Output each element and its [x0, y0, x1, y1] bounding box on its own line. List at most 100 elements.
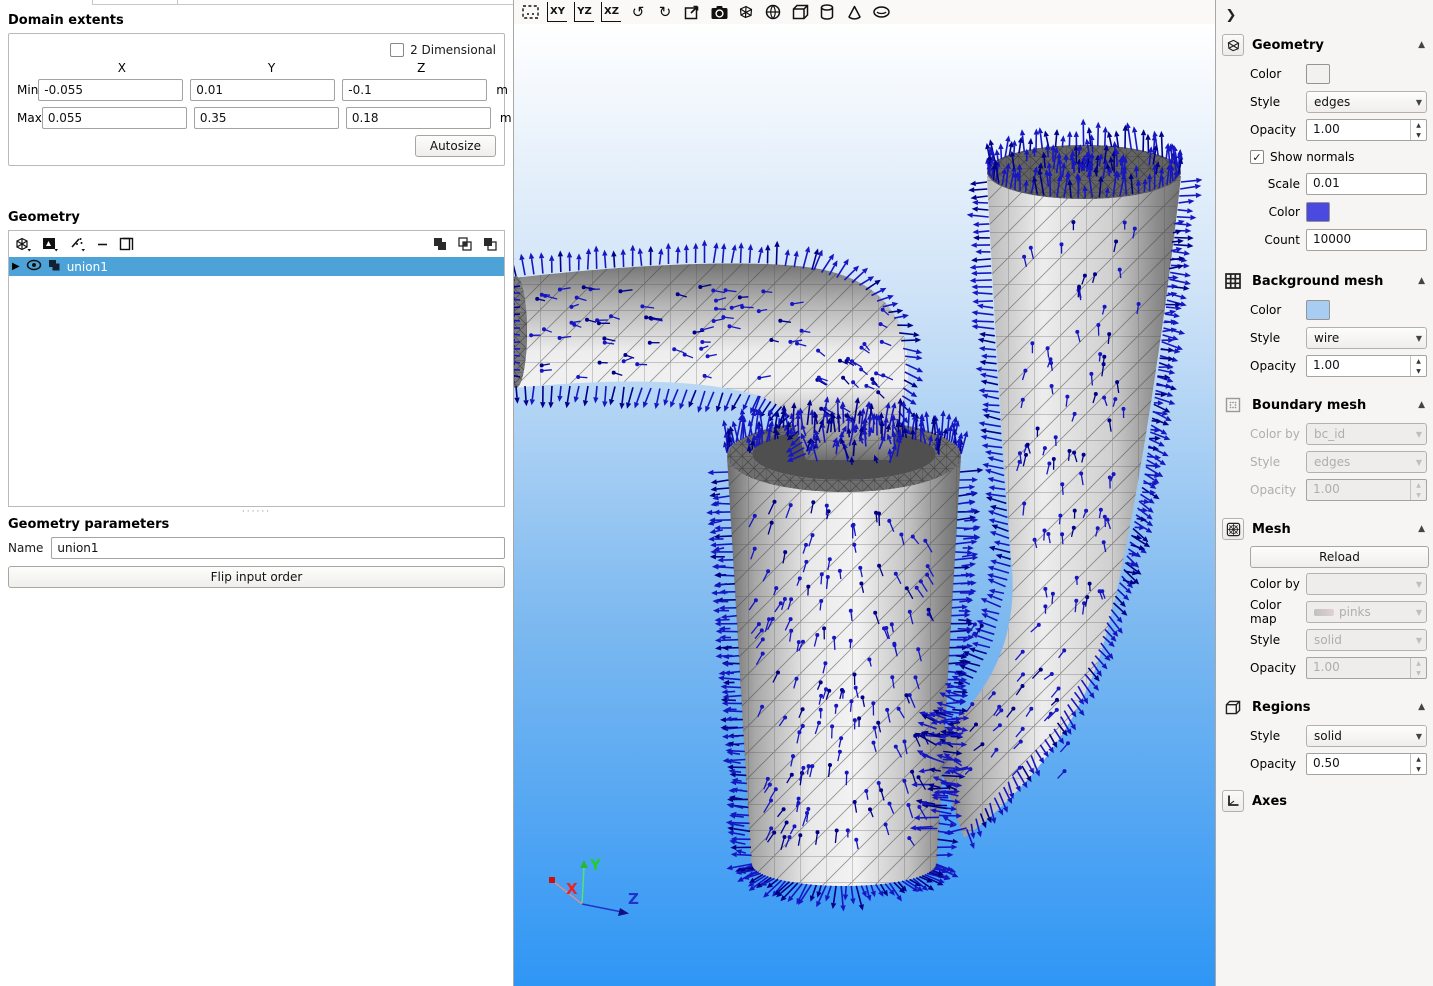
boundary-mesh-opacity-spinbox: 1.00▲▼	[1306, 479, 1427, 501]
flip-input-order-button[interactable]: Flip input order	[8, 566, 505, 588]
view-xz-button[interactable]: XZ	[601, 2, 621, 22]
mesh-visibility-toggle[interactable]	[1222, 518, 1244, 540]
geometry-color-swatch[interactable]	[1306, 64, 1330, 84]
style-label: Style	[1222, 95, 1306, 109]
reset-camera-icon[interactable]	[682, 2, 702, 22]
two-dimensional-checkbox[interactable]	[390, 43, 404, 57]
show-normals-checkbox[interactable]	[1250, 150, 1264, 164]
show-cylinder-icon[interactable]	[817, 2, 837, 22]
active-tab-remnant	[0, 0, 92, 6]
visibility-eye-icon[interactable]	[26, 259, 42, 274]
background-mesh-opacity-spinbox[interactable]: 1.00▲▼	[1306, 355, 1427, 377]
view-yz-button[interactable]: YZ	[574, 2, 594, 22]
auto-generate-icon[interactable]	[69, 237, 86, 252]
min-y-input[interactable]	[190, 79, 335, 101]
axes-triad: Y Z X	[549, 856, 639, 916]
mesh-style-dropdown: solid▼	[1306, 629, 1427, 651]
style-label: Style	[1222, 455, 1306, 469]
collapse-arrow-icon[interactable]: ▲	[1418, 276, 1429, 286]
add-primitive-icon[interactable]	[15, 237, 32, 252]
panel-collapse-button[interactable]: ❯	[1222, 6, 1240, 24]
fit-view-icon[interactable]	[520, 2, 540, 22]
show-cone-icon[interactable]	[844, 2, 864, 22]
right-panel: ❯ Geometry ▲ Color Style edges▼ Opacity …	[1215, 0, 1433, 986]
background-mesh-color-swatch[interactable]	[1306, 300, 1330, 320]
max-z-input[interactable]	[346, 107, 491, 129]
column-header-y: Y	[197, 61, 347, 75]
geometry-title: Geometry	[8, 210, 505, 225]
show-sphere-icon[interactable]	[763, 2, 783, 22]
regions-visibility-toggle[interactable]	[1222, 696, 1244, 718]
duplicate-icon[interactable]	[119, 237, 134, 252]
color-map-label: Color map	[1222, 598, 1306, 626]
collapse-arrow-icon[interactable]: ▲	[1418, 702, 1429, 712]
left-panel: Domain extents 2 Dimensional X Y Z Min m	[0, 0, 514, 986]
expand-caret-icon[interactable]: ▶	[12, 261, 20, 272]
regions-opacity-spinbox[interactable]: 0.50▲▼	[1306, 753, 1427, 775]
collapse-arrow-icon[interactable]: ▲	[1418, 524, 1429, 534]
background-mesh-visibility-toggle[interactable]	[1222, 270, 1244, 292]
autosize-button[interactable]: Autosize	[415, 135, 496, 157]
reload-button[interactable]: Reload	[1250, 546, 1429, 568]
boundary-mesh-visibility-toggle[interactable]	[1222, 394, 1244, 416]
opacity-label: Opacity	[1222, 757, 1306, 771]
collapse-arrow-icon[interactable]: ▲	[1418, 40, 1429, 50]
geometry-visibility-toggle[interactable]	[1222, 34, 1244, 56]
geometry-tree: ▶ union1	[9, 257, 504, 506]
remove-item-icon[interactable]	[96, 238, 109, 251]
boundary-mesh-section-title: Boundary mesh	[1252, 398, 1410, 413]
max-unit-label: m	[500, 111, 512, 125]
app-window: Domain extents 2 Dimensional X Y Z Min m	[0, 0, 1433, 986]
axis-x-label: X	[566, 880, 578, 898]
max-label: Max	[17, 111, 42, 125]
show-box-icon[interactable]	[790, 2, 810, 22]
tabstrip	[0, 0, 513, 5]
normals-scale-input[interactable]: 0.01	[1306, 173, 1427, 195]
count-label: Count	[1222, 233, 1306, 247]
domain-extents-group: 2 Dimensional X Y Z Min m Max	[8, 33, 505, 166]
regions-style-dropdown[interactable]: solid▼	[1306, 725, 1427, 747]
union-item-icon	[48, 259, 61, 274]
boolean-union-icon[interactable]	[433, 237, 448, 251]
max-y-input[interactable]	[194, 107, 339, 129]
import-geometry-icon[interactable]	[42, 237, 59, 252]
rotate-ccw-icon[interactable]: ↺	[628, 2, 648, 22]
collapse-arrow-icon[interactable]: ▲	[1418, 400, 1429, 410]
min-z-input[interactable]	[342, 79, 487, 101]
min-x-input[interactable]	[38, 79, 183, 101]
background-mesh-style-dropdown[interactable]: wire▼	[1306, 327, 1427, 349]
show-normals-label: Show normals	[1270, 150, 1355, 164]
render-canvas[interactable]: Y Z X	[514, 24, 1215, 986]
column-header-z: Z	[346, 61, 496, 75]
column-header-x: X	[47, 61, 197, 75]
axis-z-label: Z	[628, 890, 639, 908]
show-geometry-icon[interactable]	[736, 2, 756, 22]
normals-color-swatch[interactable]	[1306, 202, 1330, 222]
name-input[interactable]	[51, 537, 505, 559]
min-unit-label: m	[496, 83, 508, 97]
show-disc-icon[interactable]	[871, 2, 891, 22]
two-dimensional-label: 2 Dimensional	[410, 43, 496, 57]
tree-item-label: union1	[67, 260, 108, 274]
axes-visibility-toggle[interactable]	[1222, 790, 1244, 812]
style-label: Style	[1222, 729, 1306, 743]
geometry-opacity-spinbox[interactable]: 1.00▲▼	[1306, 119, 1427, 141]
max-x-input[interactable]	[42, 107, 187, 129]
boolean-intersect-icon[interactable]	[458, 237, 473, 251]
viewport-toolbar: XY YZ XZ ↺ ↻	[514, 0, 1215, 24]
opacity-label: Opacity	[1222, 483, 1306, 497]
rotate-cw-icon[interactable]: ↻	[655, 2, 675, 22]
screenshot-camera-icon[interactable]	[709, 2, 729, 22]
normals-count-input[interactable]: 10000	[1306, 229, 1427, 251]
mesh-color-map-dropdown: pinks▼	[1306, 601, 1427, 623]
normals-color-label: Color	[1222, 205, 1306, 219]
boolean-subtract-icon[interactable]	[483, 237, 498, 251]
background-mesh-section-title: Background mesh	[1252, 274, 1410, 289]
view-xy-button[interactable]: XY	[547, 2, 567, 22]
geometry-style-dropdown[interactable]: edges▼	[1306, 91, 1427, 113]
opacity-label: Opacity	[1222, 359, 1306, 373]
tree-row-union1[interactable]: ▶ union1	[9, 257, 504, 276]
splitter-handle[interactable]: ······	[8, 507, 505, 517]
opacity-label: Opacity	[1222, 123, 1306, 137]
color-label: Color	[1222, 303, 1306, 317]
